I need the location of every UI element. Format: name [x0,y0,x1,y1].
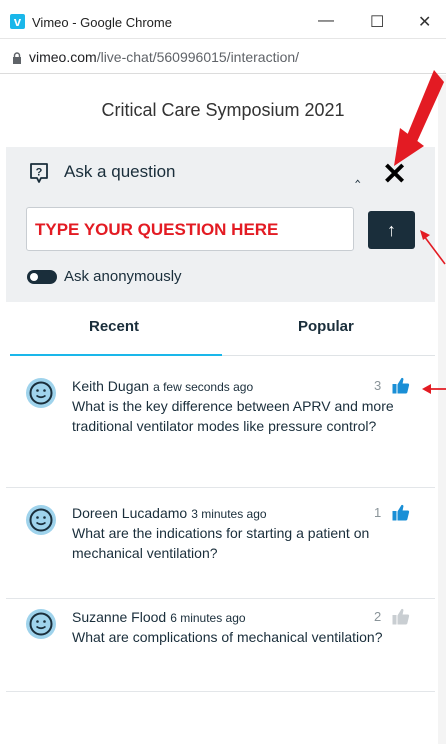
send-question-button[interactable]: ↑ [368,211,415,249]
scrollbar[interactable] [438,75,446,744]
question-item: Doreen Lucadamo 3 minutes ago What are th… [6,504,435,599]
author-name: Keith Dugan [72,378,150,394]
close-panel-button[interactable]: ✕ [382,157,407,192]
question-time: a few seconds ago [153,380,254,394]
question-text: What are the indications for starting a … [72,525,370,561]
question-text: What are complications of mechanical ven… [72,629,383,645]
question-item: Suzanne Flood 6 minutes ago What are comp… [6,608,435,692]
thumbs-up-icon[interactable] [392,504,410,521]
address-bar[interactable]: vimeo.com/live-chat/560996015/interactio… [0,45,446,74]
ask-question-panel: ? Ask a question ‸ ✕ TYPE YOUR QUESTION … [6,147,435,302]
question-time: 3 minutes ago [191,507,267,521]
avatar-icon [26,609,56,639]
url-path: /live-chat/560996015/interaction/ [96,49,300,65]
author-name: Doreen Lucadamo [72,505,188,521]
window-title: Vimeo - Google Chrome [32,15,172,30]
vimeo-logo-icon: v [10,14,25,29]
active-tab-indicator [10,354,222,356]
question-text: What is the key difference between APRV … [72,398,394,434]
lock-icon [13,52,21,64]
url-text: vimeo.com/live-chat/560996015/interactio… [29,49,299,65]
ask-question-header[interactable]: Ask a question [64,162,176,182]
author-name: Suzanne Flood [72,609,167,625]
close-window-icon[interactable]: ✕ [418,12,431,32]
question-input-value: TYPE YOUR QUESTION HERE [35,220,279,239]
anonymous-label: Ask anonymously [64,268,182,285]
avatar-icon [26,378,56,408]
question-item: Keith Dugan a few seconds ago What is the… [6,377,435,488]
like-count: 1 [374,505,382,520]
caret-up-icon[interactable]: ‸ [355,164,360,184]
question-input[interactable]: TYPE YOUR QUESTION HERE [26,207,354,251]
avatar-icon [26,505,56,535]
browser-titlebar: v Vimeo - Google Chrome — ☐ ✕ [0,0,446,39]
question-author: Suzanne Flood 6 minutes ago [72,609,246,625]
question-bubble-icon: ? [30,163,48,183]
question-time: 6 minutes ago [170,611,246,625]
url-domain: vimeo.com [29,49,97,65]
question-author: Doreen Lucadamo 3 minutes ago [72,505,267,521]
maximize-icon[interactable]: ☐ [370,12,384,32]
like-count: 2 [374,609,382,624]
question-author: Keith Dugan a few seconds ago [72,378,253,394]
event-title: Critical Care Symposium 2021 [101,100,345,120]
tab-popular[interactable]: Popular [298,318,354,335]
thumbs-up-icon[interactable] [392,608,410,625]
svg-text:?: ? [36,167,43,179]
arrow-up-icon: ↑ [387,220,396,240]
like-count: 3 [374,378,382,393]
anonymous-toggle[interactable] [27,270,57,284]
thumbs-up-icon[interactable] [392,377,410,394]
minimize-icon[interactable]: — [318,12,334,30]
tab-recent[interactable]: Recent [89,318,139,335]
